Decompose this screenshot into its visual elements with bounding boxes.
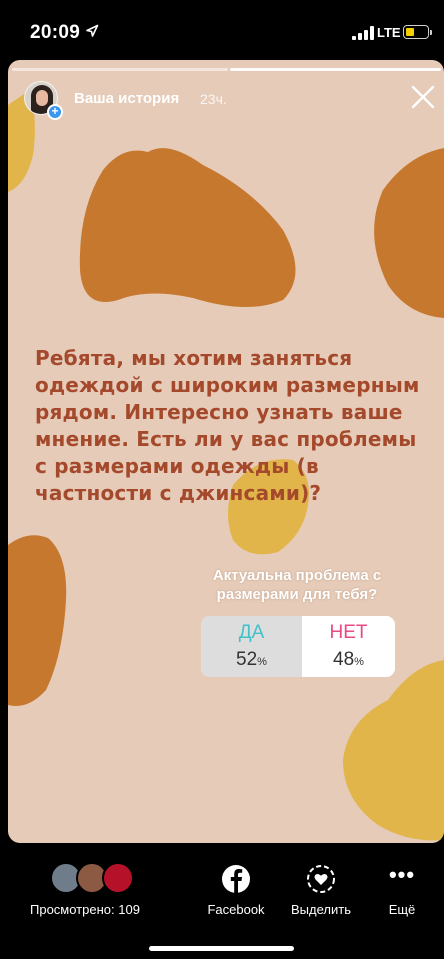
share-facebook-button[interactable]: Facebook	[200, 862, 272, 917]
status-time: 20:09	[30, 22, 81, 43]
poll-question: Актуальна проблема с размерами для тебя?	[212, 567, 382, 603]
status-bar: 20:09 LTE	[0, 0, 444, 62]
blob-left	[8, 535, 67, 706]
highlight-label: Выделить	[291, 902, 351, 917]
more-icon: •••	[388, 862, 416, 887]
viewer-avatar	[102, 862, 134, 894]
location-arrow-icon	[86, 24, 99, 37]
share-facebook-label: Facebook	[207, 902, 265, 917]
poll-option-yes-label: ДА	[238, 622, 265, 643]
poll-option-yes[interactable]: ДА 52%	[201, 616, 302, 677]
story-card[interactable]: + Ваша история 23ч. Ребята, мы хотим зан…	[8, 60, 444, 843]
network-type: LTE	[377, 25, 401, 40]
blob-bottom-right	[343, 660, 444, 841]
progress-segment-2	[230, 68, 441, 71]
story-owner-label[interactable]: Ваша история	[74, 90, 179, 107]
more-label: Ещё	[388, 902, 416, 917]
viewers-avatars[interactable]	[50, 862, 134, 894]
poll-option-no[interactable]: НЕТ 48%	[302, 616, 395, 677]
story-age: 23ч.	[200, 91, 227, 107]
blob-top-right	[374, 148, 444, 318]
poll-option-yes-percent: 52%	[236, 649, 267, 670]
facebook-icon	[222, 865, 250, 893]
close-icon[interactable]	[410, 84, 436, 110]
home-indicator[interactable]	[149, 946, 294, 951]
heart-highlight-icon	[307, 865, 335, 893]
story-question-text: Ребята, мы хотим заняться одеждой с широ…	[35, 346, 420, 505]
more-button[interactable]: ••• Ещё	[375, 862, 429, 917]
highlight-button[interactable]: Выделить	[283, 862, 359, 917]
battery-icon	[403, 25, 432, 39]
poll-option-no-percent: 48%	[333, 649, 364, 670]
poll-sticker[interactable]: ДА 52% НЕТ 48%	[201, 616, 395, 677]
poll-option-no-label: НЕТ	[329, 622, 368, 643]
progress-segment-1	[12, 68, 228, 71]
viewers-count-label[interactable]: Просмотрено: 109	[30, 902, 140, 917]
signal-icon	[352, 26, 374, 40]
blob-top-center	[79, 148, 296, 308]
add-story-icon[interactable]: +	[47, 104, 63, 120]
